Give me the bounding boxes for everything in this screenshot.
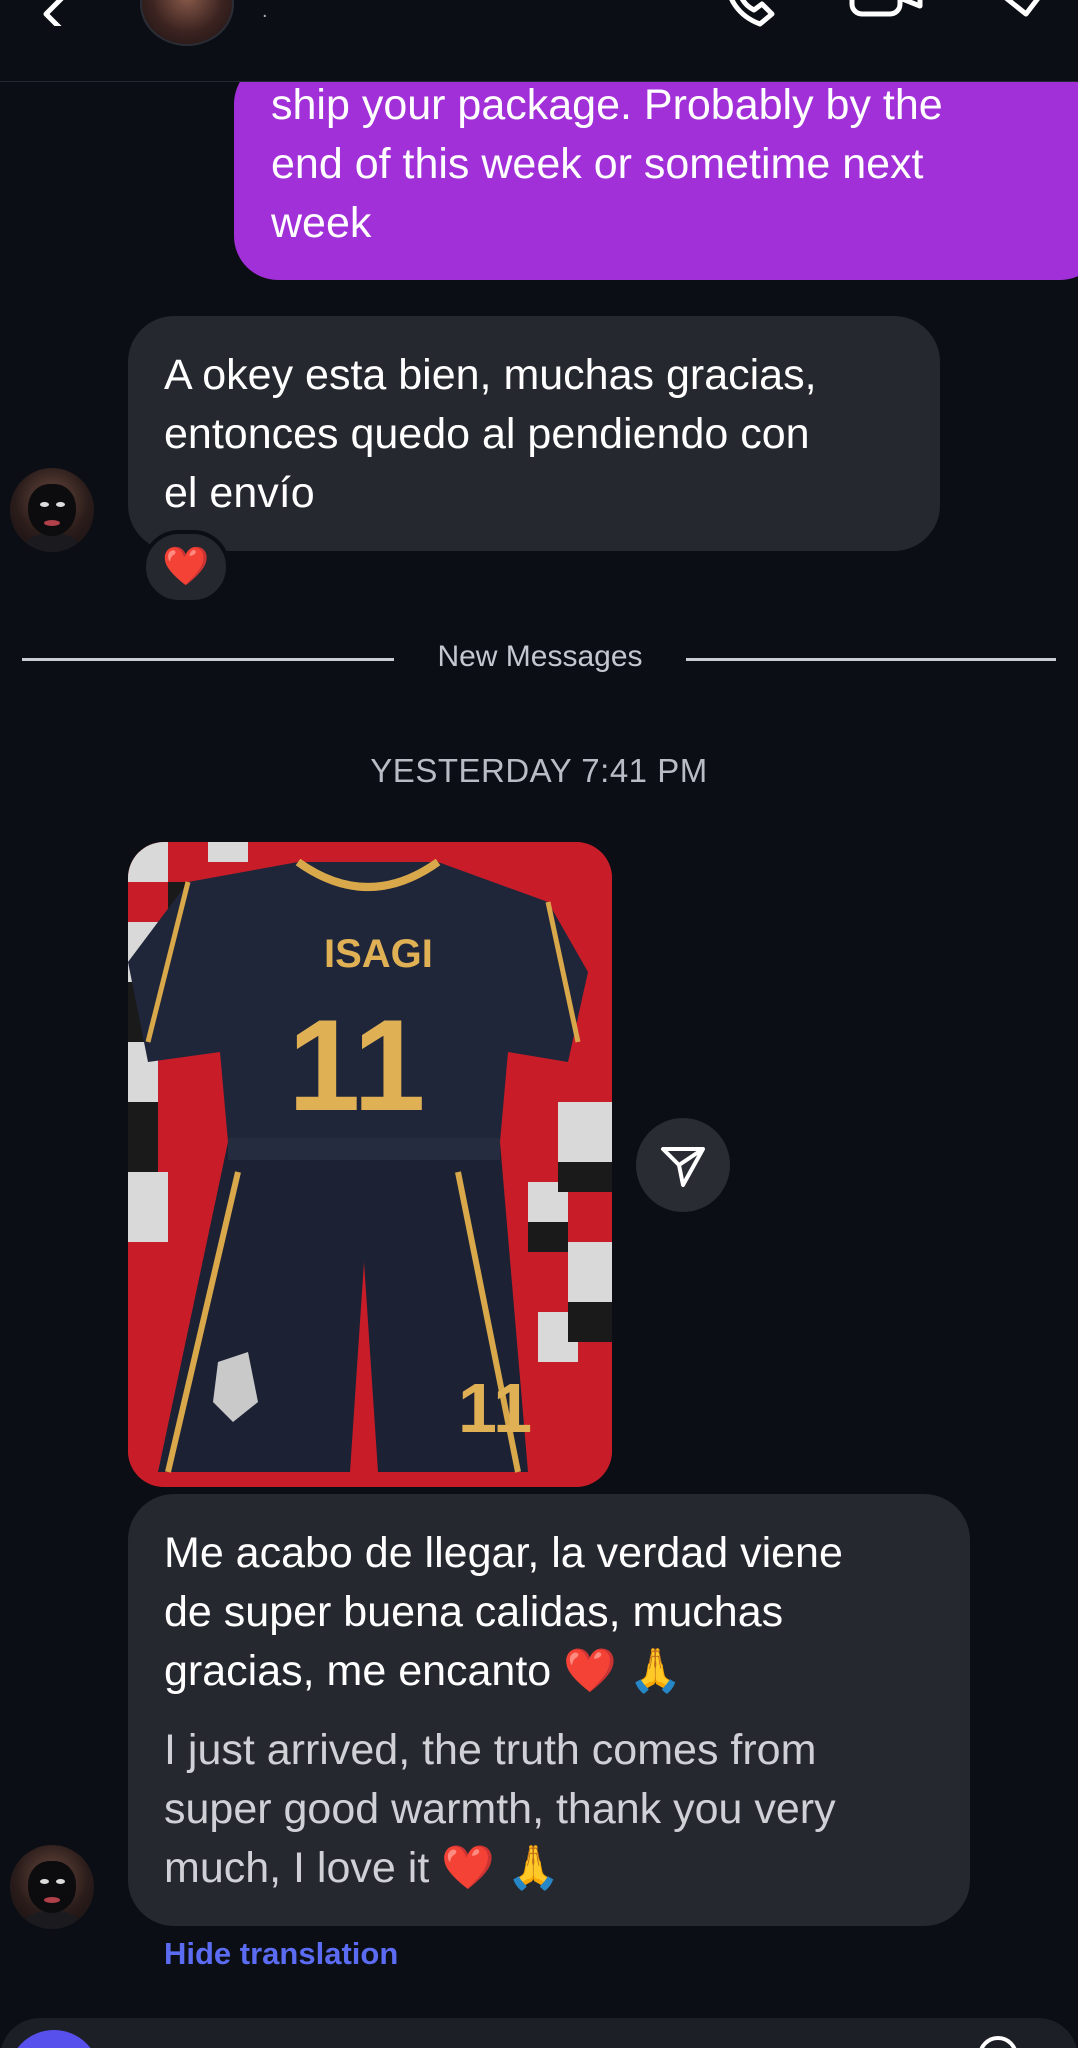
divider-line-left bbox=[22, 658, 394, 661]
chat-header: . bbox=[0, 0, 1078, 82]
translated-text: I just arrived, the truth comes from sup… bbox=[164, 1721, 934, 1898]
message-line: Me acabo de llegar, la verdad viene bbox=[164, 1529, 843, 1577]
chevron-left-icon[interactable] bbox=[36, 0, 76, 26]
message-composer[interactable] bbox=[0, 2018, 1078, 2048]
video-camera-icon[interactable] bbox=[846, 0, 926, 32]
jersey-name: ISAGI bbox=[324, 932, 433, 976]
tag-icon[interactable] bbox=[992, 0, 1072, 32]
sender-avatar[interactable] bbox=[10, 1845, 94, 1929]
message-line: much, I love it ❤️ 🙏 bbox=[164, 1844, 561, 1892]
divider-line-right bbox=[686, 658, 1056, 661]
message-line: entonces quedo al pendiendo con bbox=[164, 410, 810, 458]
incoming-message-bubble[interactable]: A okey esta bien, muchas gracias, entonc… bbox=[128, 316, 940, 551]
contact-name[interactable]: . bbox=[262, 0, 268, 23]
phone-icon[interactable] bbox=[716, 0, 796, 32]
sender-avatar[interactable] bbox=[10, 468, 94, 552]
message-line: week bbox=[271, 199, 372, 247]
message-line: gracias, me encanto ❤️ 🙏 bbox=[164, 1647, 683, 1695]
heart-reaction[interactable]: ❤️ bbox=[142, 530, 230, 604]
incoming-message-bubble[interactable]: Me acabo de llegar, la verdad viene de s… bbox=[128, 1494, 970, 1926]
message-timestamp: YESTERDAY 7:41 PM bbox=[370, 752, 708, 789]
shorts-number: 11 bbox=[458, 1369, 532, 1447]
photo-message[interactable]: ISAGI 11 11 bbox=[128, 842, 612, 1487]
message-line: super good warmth, thank you very bbox=[164, 1785, 836, 1833]
message-line: el envío bbox=[164, 469, 315, 517]
send-icon bbox=[661, 1147, 705, 1187]
hide-translation-link[interactable]: Hide translation bbox=[164, 1936, 398, 1972]
chat-screen: . ship your package. Probably by the end… bbox=[0, 0, 1078, 2048]
message-line: de super buena calidas, muchas bbox=[164, 1588, 784, 1636]
outgoing-message-bubble[interactable]: ship your package. Probably by the end o… bbox=[234, 60, 1078, 280]
message-line: A okey esta bien, muchas gracias, bbox=[164, 351, 817, 399]
message-line: ship your package. Probably by the bbox=[271, 81, 943, 129]
share-button[interactable] bbox=[636, 1118, 730, 1212]
new-messages-divider: New Messages bbox=[437, 640, 643, 673]
jersey-number: 11 bbox=[288, 992, 425, 1138]
original-text: Me acabo de llegar, la verdad viene de s… bbox=[164, 1524, 934, 1701]
message-line: I just arrived, the truth comes from bbox=[164, 1726, 817, 1774]
message-line: end of this week or sometime next bbox=[271, 140, 924, 188]
header-avatar[interactable] bbox=[140, 0, 234, 46]
